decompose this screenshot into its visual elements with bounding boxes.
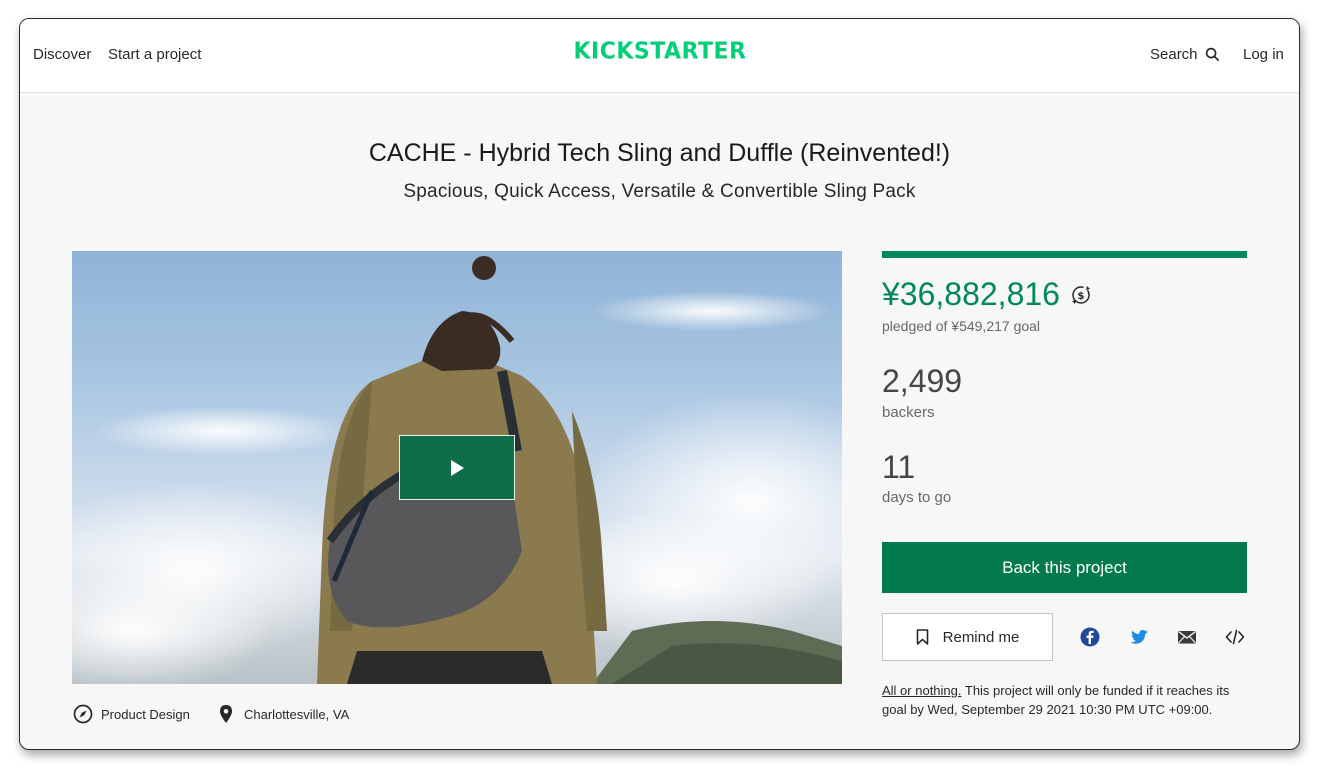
site-header: Discover Start a project KICKSTARTER Sea… (20, 19, 1299, 93)
share-email-button[interactable] (1176, 626, 1198, 648)
remind-me-button[interactable]: Remind me (882, 613, 1053, 661)
remind-me-label: Remind me (942, 628, 1020, 646)
category-label: Product Design (101, 706, 190, 722)
location-link[interactable]: Charlottesville, VA (216, 704, 349, 724)
share-facebook-button[interactable] (1079, 626, 1101, 648)
share-twitter-button[interactable] (1128, 626, 1150, 648)
compass-icon (73, 704, 93, 724)
facebook-icon (1080, 627, 1100, 647)
login-link[interactable]: Log in (1243, 46, 1284, 63)
project-blurb: Spacious, Quick Access, Versatile & Conv… (403, 181, 916, 202)
embed-code-icon (1225, 629, 1245, 645)
kickstarter-logo[interactable]: KICKSTARTER (560, 38, 760, 64)
currency-convert-icon[interactable]: $ (1070, 284, 1092, 306)
nav-discover-link[interactable]: Discover (33, 46, 91, 63)
backers-count: 2,499 (882, 363, 963, 399)
bookmark-icon (916, 629, 928, 645)
browser-window: Discover Start a project KICKSTARTER Sea… (19, 18, 1300, 750)
days-to-go-label: days to go (882, 489, 952, 506)
location-label: Charlottesville, VA (244, 706, 350, 722)
svg-text:$: $ (1077, 291, 1084, 302)
project-title: CACHE - Hybrid Tech Sling and Duffle (Re… (368, 139, 951, 167)
pledged-value: ¥36,882,816 (882, 276, 1060, 312)
nav-start-project-link[interactable]: Start a project (108, 46, 201, 63)
search-icon (1205, 47, 1219, 61)
pledged-goal-text: pledged of ¥549,217 goal (882, 318, 1041, 334)
category-link[interactable]: Product Design (73, 704, 190, 724)
backers-label: backers (882, 404, 935, 421)
back-this-project-button[interactable]: Back this project (882, 542, 1247, 593)
funding-progress-bar (882, 251, 1247, 258)
funding-note: All or nothing. This project will only b… (882, 681, 1252, 719)
pledged-amount: ¥36,882,816 $ (882, 276, 1092, 313)
project-video[interactable] (72, 251, 842, 684)
days-to-go-count: 11 (882, 449, 916, 485)
location-pin-icon (220, 705, 232, 723)
play-icon (451, 459, 464, 476)
twitter-icon (1130, 630, 1148, 644)
all-or-nothing-link[interactable]: All or nothing. (882, 683, 962, 698)
embed-button[interactable] (1224, 626, 1246, 648)
play-video-button[interactable] (399, 435, 515, 500)
search-label: Search (1150, 46, 1198, 63)
search-button[interactable]: Search (1150, 46, 1220, 63)
email-icon (1178, 630, 1196, 644)
